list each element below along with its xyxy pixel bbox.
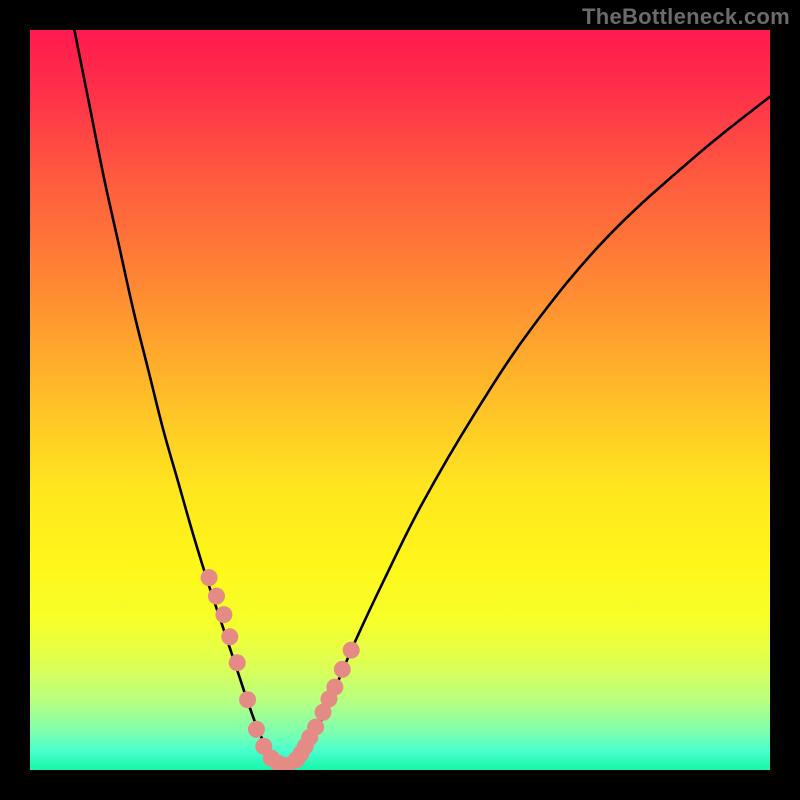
marker-dot <box>221 628 238 645</box>
marker-dot <box>215 606 232 623</box>
curve-layer <box>30 30 770 770</box>
watermark-text: TheBottleneck.com <box>582 4 790 30</box>
marker-dot <box>307 719 324 736</box>
marker-dot <box>326 679 343 696</box>
marker-dot <box>248 721 265 738</box>
bottleneck-curve <box>74 30 770 766</box>
plot-area <box>30 30 770 770</box>
marker-dot <box>201 569 218 586</box>
marker-dot <box>334 661 351 678</box>
marker-dot <box>229 654 246 671</box>
marker-dot <box>239 691 256 708</box>
marker-dot <box>343 642 360 659</box>
chart-stage: TheBottleneck.com <box>0 0 800 800</box>
marker-group <box>201 569 360 770</box>
marker-dot <box>208 588 225 605</box>
